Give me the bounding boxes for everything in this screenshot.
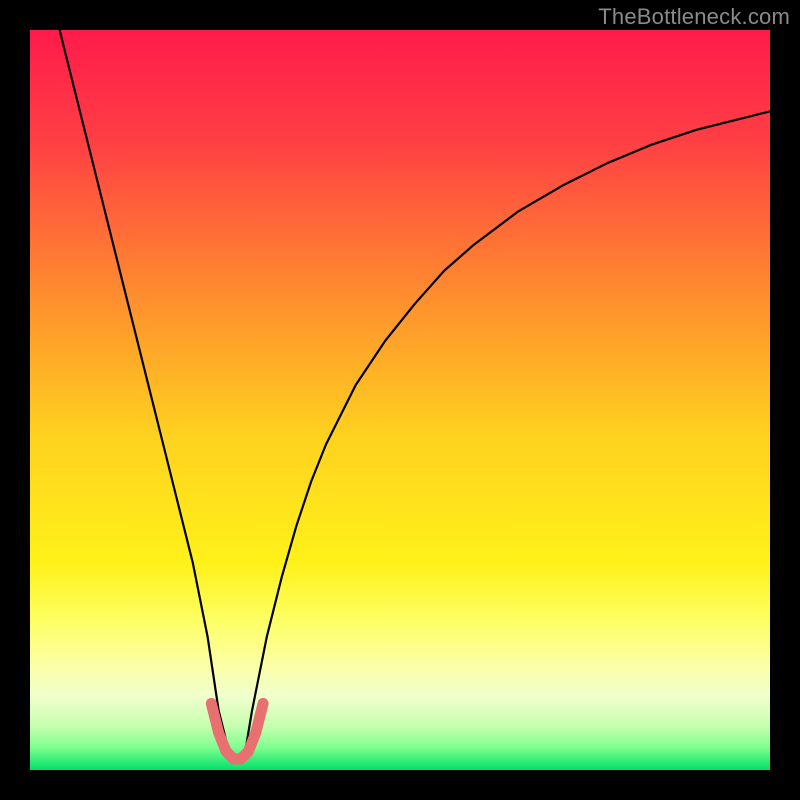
gradient-background <box>30 30 770 770</box>
chart-frame: TheBottleneck.com <box>0 0 800 800</box>
chart-svg <box>30 30 770 770</box>
plot-area <box>30 30 770 770</box>
watermark-text: TheBottleneck.com <box>598 4 790 30</box>
